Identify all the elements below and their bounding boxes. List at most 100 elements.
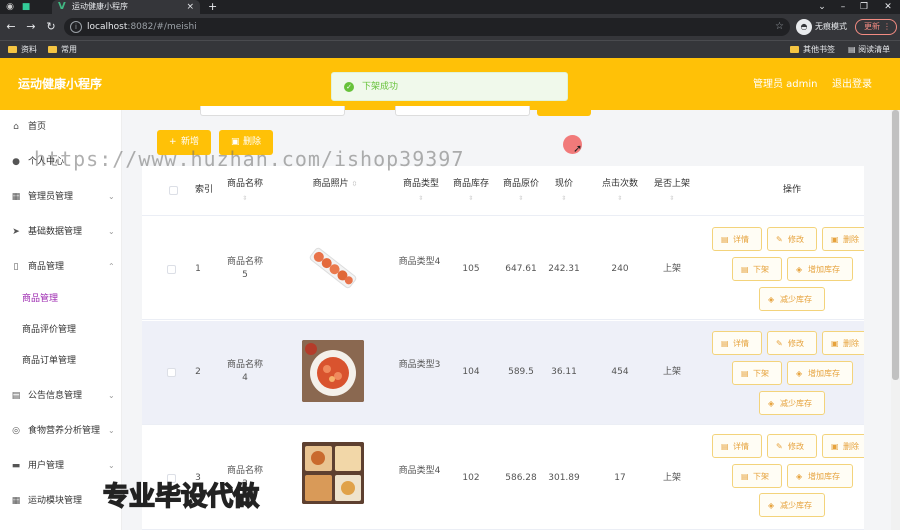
sidebar-subitem-orders[interactable]: 商品订单管理 — [22, 355, 76, 367]
list-icon: ▤ — [11, 391, 21, 401]
update-button[interactable]: 更新 ⋮ — [855, 19, 897, 35]
reduce-stock-button[interactable]: ◈ 减少库存 — [759, 287, 825, 311]
row-delete-button[interactable]: ▣ 删除 — [822, 331, 864, 355]
window-dropdown-icon[interactable]: ⌄ — [814, 0, 830, 14]
header-name[interactable]: 商品名称 — [218, 178, 272, 190]
sort-icon[interactable]: ⇳ — [644, 196, 700, 202]
home-icon: ⌂ — [13, 122, 19, 132]
sidebar-item-notices[interactable]: ▤ 公告信息管理 ⌄ — [0, 379, 122, 413]
tab-close-icon[interactable]: × — [186, 1, 194, 13]
location-icon: ◈ — [796, 472, 803, 481]
search-input-name[interactable] — [200, 106, 345, 116]
row-delete-button[interactable]: ▣ 删除 — [822, 434, 864, 458]
browser-menu-icon[interactable]: ◉ — [4, 1, 16, 13]
location-icon: ◈ — [796, 369, 803, 378]
table-row[interactable]: 1 商品名称5 商品类型4 105 647.61 242.31 240 上架 ▤… — [142, 216, 864, 320]
page-scrollbar[interactable] — [891, 110, 900, 530]
folder-icon — [8, 46, 17, 53]
sidebar-item-goods[interactable]: ▯ 商品管理 ⌃ — [0, 250, 122, 284]
add-stock-button[interactable]: ◈ 增加库存 — [787, 464, 853, 488]
add-stock-button[interactable]: ◈ 增加库存 — [787, 361, 853, 385]
cell-original-price: 647.61 — [505, 264, 537, 274]
header-stock[interactable]: 商品库存 — [445, 178, 497, 190]
delist-button[interactable]: ▤ 下架 — [732, 464, 782, 488]
scrollbar-thumb[interactable] — [892, 110, 899, 380]
close-window-icon[interactable]: ✕ — [880, 0, 896, 14]
delist-label: 下架 — [753, 265, 769, 274]
row-checkbox[interactable] — [167, 265, 176, 274]
table-row[interactable]: 3 商品名称3 商品类型4 102 586.28 301.89 17 上架 ▤ 详… — [142, 426, 864, 530]
browser-toolbar: ← → ↻ i localhost:8082/#/meishi ☆ ◓ 无痕模式… — [0, 14, 900, 40]
new-tab-icon[interactable]: + — [208, 0, 217, 14]
detail-label: 详情 — [733, 235, 749, 244]
delete-label: 删除 — [843, 235, 859, 244]
browser-active-tab[interactable]: V 运动健康小程序 × — [52, 0, 200, 14]
reading-list[interactable]: ▤ 阅读清单 — [848, 44, 890, 56]
bookmark-folder-2[interactable]: 常用 — [48, 44, 77, 56]
header-image[interactable]: 商品照片 ⇳ — [300, 178, 370, 190]
detail-button[interactable]: ▤ 详情 — [712, 434, 762, 458]
sidebar-subitem-goods[interactable]: 商品管理 — [22, 293, 58, 305]
maximize-icon[interactable]: ❐ — [856, 0, 872, 14]
site-info-icon[interactable]: i — [70, 21, 82, 33]
document-icon: ▤ — [741, 369, 749, 378]
address-bar[interactable]: i localhost:8082/#/meishi ☆ — [64, 18, 790, 36]
header-type[interactable]: 商品类型 — [394, 178, 448, 190]
add-stock-label: 增加库存 — [808, 265, 840, 274]
reduce-stock-label: 减少库存 — [780, 501, 812, 510]
other-bookmarks[interactable]: 其他书签 — [790, 44, 835, 56]
header-listed[interactable]: 是否上架 — [644, 178, 700, 190]
detail-button[interactable]: ▤ 详情 — [712, 331, 762, 355]
header-clicks[interactable]: 点击次数 — [594, 178, 646, 190]
row-checkbox[interactable] — [167, 368, 176, 377]
table-row[interactable]: 2 商品名称4 商品类型3 104 589.5 36.11 454 上架 ▤ 详情 — [142, 321, 864, 425]
select-all-checkbox[interactable] — [169, 186, 178, 195]
search-input-type[interactable] — [395, 106, 530, 116]
sidebar-subitem-reviews[interactable]: 商品评价管理 — [22, 324, 76, 336]
reduce-stock-button[interactable]: ◈ 减少库存 — [759, 391, 825, 415]
delist-button[interactable]: ▤ 下架 — [732, 257, 782, 281]
sort-icon[interactable]: ⇳ — [445, 196, 497, 202]
forward-icon[interactable]: → — [24, 20, 38, 34]
logout-link[interactable]: 退出登录 — [832, 78, 872, 92]
sidebar-item-base-data[interactable]: ➤ 基础数据管理 ⌄ — [0, 215, 122, 249]
edit-button[interactable]: ✎ 修改 — [767, 227, 817, 251]
grid-icon: ▦ — [11, 496, 21, 506]
user-icon: ● — [12, 157, 20, 167]
sidebar-item-label: 用户管理 — [28, 461, 65, 471]
document-icon: ▤ — [721, 235, 729, 244]
table-header: 索引 商品名称 ⇳ 商品照片 ⇳ 商品类型 ⇳ 商品库存 ⇳ 商品原价 ⇳ 现价… — [142, 166, 864, 216]
header-current-price[interactable]: 现价 — [544, 178, 584, 190]
sidebar-item-nutrition[interactable]: ◎ 食物营养分析管理 ⌄ — [0, 414, 122, 448]
bookmark-star-icon[interactable]: ☆ — [775, 20, 784, 34]
detail-button[interactable]: ▤ 详情 — [712, 227, 762, 251]
sidebar-item-label: 运动模块管理 — [28, 496, 83, 506]
delist-button[interactable]: ▤ 下架 — [732, 361, 782, 385]
sort-icon[interactable]: ⇳ — [495, 196, 547, 202]
row-delete-button[interactable]: ▣ 删除 — [822, 227, 864, 251]
bookmark-folder-1[interactable]: 资料 — [8, 44, 37, 56]
sort-icon[interactable]: ⇳ — [544, 196, 584, 202]
edit-button[interactable]: ✎ 修改 — [767, 434, 817, 458]
back-icon[interactable]: ← — [4, 20, 18, 34]
reload-icon[interactable]: ↻ — [44, 20, 58, 34]
reduce-stock-button[interactable]: ◈ 减少库存 — [759, 493, 825, 517]
incognito-indicator[interactable]: ◓ 无痕模式 — [796, 19, 848, 35]
cell-type: 商品类型3 — [398, 360, 441, 370]
sort-icon[interactable]: ⇳ — [594, 196, 646, 202]
cell-current-price: 36.11 — [551, 367, 577, 377]
sidebar-item-users[interactable]: ▬ 用户管理 ⌄ — [0, 449, 122, 483]
add-stock-button[interactable]: ◈ 增加库存 — [787, 257, 853, 281]
tab-favicon-icon[interactable]: ■ — [20, 1, 32, 13]
sort-icon[interactable]: ⇳ — [394, 196, 448, 202]
cell-name: 商品名称5 — [226, 257, 263, 280]
edit-button[interactable]: ✎ 修改 — [767, 331, 817, 355]
sort-icon[interactable]: ⇳ — [218, 196, 272, 202]
search-button[interactable] — [537, 106, 591, 116]
minimize-icon[interactable]: – — [835, 0, 851, 14]
location-icon: ◈ — [768, 399, 775, 408]
header-original-price[interactable]: 商品原价 — [495, 178, 547, 190]
sidebar-item-home[interactable]: ⌂ 首页 — [0, 110, 122, 144]
sidebar-item-admin[interactable]: ▦ 管理员管理 ⌄ — [0, 180, 122, 214]
vue-logo-icon: V — [58, 1, 66, 12]
